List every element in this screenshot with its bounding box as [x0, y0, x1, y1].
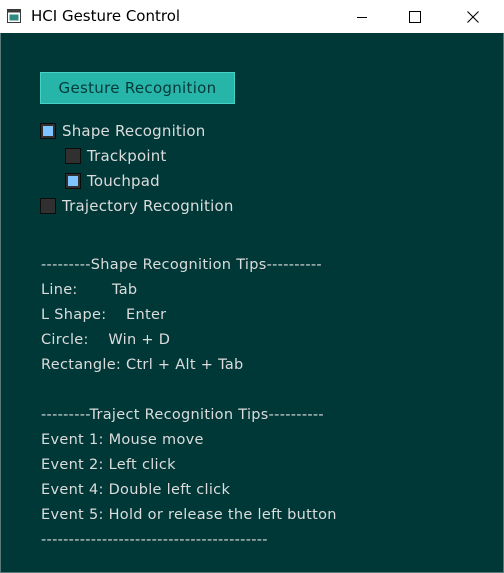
trajectory-tip-event-4: Event 4: Double left click	[41, 482, 231, 498]
touchpad-checkbox[interactable]	[65, 173, 81, 189]
shape-tip-lshape: L Shape: Enter	[41, 307, 167, 323]
trajectory-tip-event-2: Event 2: Left click	[41, 457, 176, 473]
trackpoint-option[interactable]: Trackpoint	[65, 146, 167, 166]
trajectory-tip-event-5: Event 5: Hold or release the left button	[41, 507, 337, 523]
app-icon	[7, 9, 21, 23]
close-icon	[467, 10, 479, 23]
shape-recognition-option[interactable]: Shape Recognition	[40, 121, 205, 141]
shape-recognition-label: Shape Recognition	[62, 122, 206, 140]
minimize-button[interactable]	[339, 0, 385, 33]
shape-tips-header: ---------Shape Recognition Tips---------…	[41, 257, 322, 273]
shape-tip-line: Line: Tab	[41, 282, 138, 298]
title-bar: HCI Gesture Control	[0, 0, 504, 33]
window-title: HCI Gesture Control	[31, 7, 181, 25]
checkmark-icon	[68, 176, 78, 186]
close-button[interactable]	[450, 0, 496, 33]
shape-tip-circle: Circle: Win + D	[41, 332, 171, 348]
checkmark-icon	[43, 126, 53, 136]
trajectory-tips-footer: ----------------------------------------…	[41, 532, 268, 548]
trajectory-recognition-option[interactable]: Trajectory Recognition	[40, 196, 234, 216]
touchpad-label: Touchpad	[87, 172, 160, 190]
trajectory-tips-header: ---------Traject Recognition Tips-------…	[41, 407, 324, 423]
trackpoint-label: Trackpoint	[87, 147, 167, 165]
trackpoint-checkbox[interactable]	[65, 148, 81, 164]
gesture-recognition-button[interactable]: Gesture Recognition	[40, 72, 235, 104]
trajectory-tip-event-1: Event 1: Mouse move	[41, 432, 204, 448]
shape-recognition-checkbox[interactable]	[40, 123, 56, 139]
shape-tip-rectangle: Rectangle: Ctrl + Alt + Tab	[41, 357, 244, 373]
touchpad-option[interactable]: Touchpad	[65, 171, 160, 191]
trajectory-recognition-label: Trajectory Recognition	[62, 197, 234, 215]
trajectory-recognition-checkbox[interactable]	[40, 198, 56, 214]
maximize-button[interactable]	[392, 0, 438, 33]
minimize-icon	[357, 16, 367, 18]
maximize-icon	[409, 10, 421, 23]
